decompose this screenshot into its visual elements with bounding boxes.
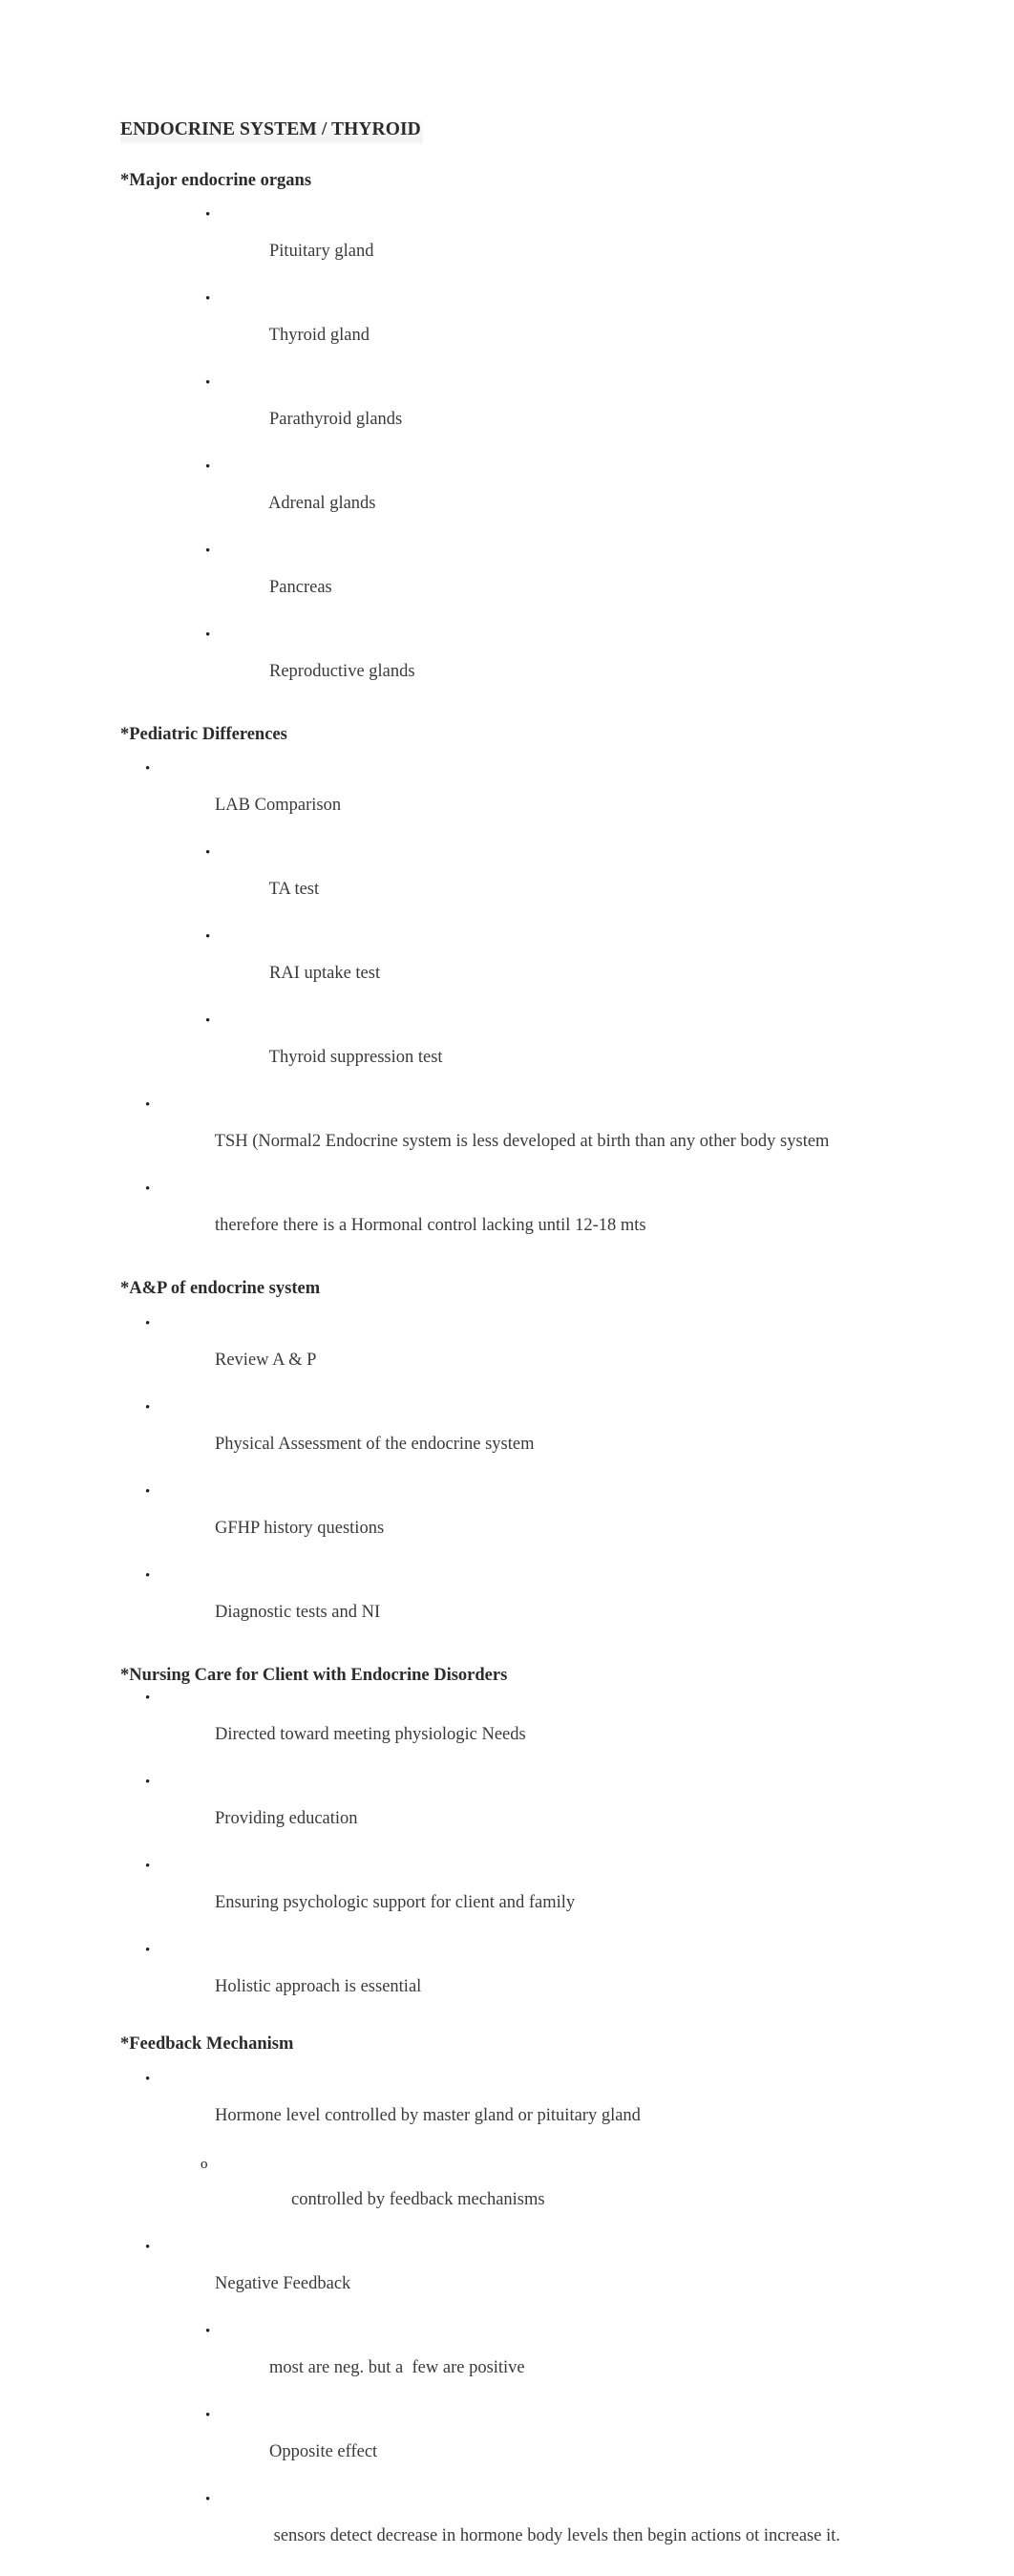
list-item-label: Thyroid gland [268,325,370,345]
list-pediatric-differences: • LAB Comparison [120,761,894,832]
bullet-icon: • [205,845,211,862]
section-heading-feedback-mechanism: *Feedback Mechanism [120,2034,294,2054]
list-item-label: Holistic approach is essential [215,1977,422,1997]
list-item-label: most are neg. but a few are positive [269,2357,525,2377]
bullet-icon: • [145,1315,151,1331]
list-item: • Diagnostic tests and NI [120,1568,894,1639]
list-item-label: controlled by feedback mechanisms [291,2189,545,2209]
bullet-icon: • [145,1859,151,1875]
list-item-label: Pituitary gland [269,241,374,261]
section-heading-nursing-care: *Nursing Care for Client with Endocrine … [120,1665,508,1685]
list-item-label: Opposite effect [269,2441,378,2461]
list-item-label: Reproductive glands [269,661,415,681]
bullet-icon: • [145,1399,151,1416]
bullet-icon: • [205,929,211,946]
bullet-icon: • [205,543,211,559]
list-item-label: Hormone level controlled by master gland… [215,2105,641,2125]
list-major-endocrine-organs: • Pituitary gland • Thyroid gland • Para… [120,207,894,698]
list-item-label: Thyroid suppression test [268,1048,443,1068]
bullet-icon: • [205,627,211,643]
list-item: • Adrenal glands [120,459,894,530]
list-lab-comparison-tests: • TA test • RAI uptake test • Thyroid su… [120,845,894,1084]
list-item: o controlled by feedback mechanisms [120,2156,894,2226]
list-item: • Negative Feedback [120,2240,894,2310]
list-item-label: TSH (Normal2 Endocrine system is less de… [214,1132,830,1152]
list-item: • Pancreas [120,543,894,614]
list-item: • most are neg. but a few are positive [120,2324,894,2395]
list-item-label: Pancreas [269,577,332,597]
bullet-icon: • [205,374,211,391]
list-feedback-sub: o controlled by feedback mechanisms [120,2156,894,2226]
list-item-label: Negative Feedback [215,2273,351,2293]
list-anatomy-physiology: • Review A & P • Physical Assessment of … [120,1316,894,1639]
bullet-icon: • [145,1691,151,1707]
list-item: • TA test [120,845,894,916]
list-item: • Hormone level controlled by master gla… [120,2072,894,2142]
bullet-icon: • [145,1775,151,1791]
list-item-label: Physical Assessment of the endocrine sys… [215,1434,535,1454]
bullet-icon: • [145,1483,151,1500]
list-item: • Reproductive glands [120,628,894,698]
list-item: • Holistic approach is essential [120,1943,894,2013]
page-title: ENDOCRINE SYSTEM / THYROID [120,117,423,145]
list-item-label: Adrenal glands [267,493,376,513]
list-nursing-care: • Directed toward meeting physiologic Ne… [120,1691,894,2013]
list-item: • RAI uptake test [120,929,894,1000]
list-item: • Opposite effect [120,2408,894,2479]
bullet-icon: • [145,1567,151,1584]
list-item: • GFHP history questions [120,1484,894,1555]
list-item: • LAB Comparison [120,761,894,832]
list-item: • TSH (Normal2 Endocrine system is less … [120,1097,894,1168]
list-item: • Providing education [120,1775,894,1845]
bullet-icon: • [205,290,211,307]
list-item: • Physical Assessment of the endocrine s… [120,1400,894,1471]
section-heading-pediatric-differences: *Pediatric Differences [120,724,287,744]
bullet-icon: • [205,1013,211,1030]
list-negative-feedback: • Negative Feedback [120,2240,894,2310]
list-item-label: Diagnostic tests and NI [215,1602,381,1622]
list-negative-feedback-details: • most are neg. but a few are positive •… [120,2324,894,2563]
bullet-icon: • [145,761,151,777]
section-heading-anatomy-physiology: *A&P of endocrine system [120,1279,321,1299]
bullet-icon: • [145,1182,151,1198]
list-item-label: Review A & P [215,1350,317,1370]
hollow-bullet-icon: o [201,2156,208,2172]
bullet-icon: • [145,1097,151,1114]
bullet-icon: • [145,2071,151,2087]
list-feedback-mechanism: • Hormone level controlled by master gla… [120,2072,894,2142]
bullet-icon: • [205,2323,211,2339]
list-item-label: sensors detect decrease in hormone body … [269,2525,840,2545]
list-item: • Thyroid gland [120,291,894,362]
list-item: • sensors detect decrease in hormone bod… [120,2492,894,2563]
list-item: • Parathyroid glands [120,375,894,446]
list-item-label: Providing education [215,1809,358,1829]
bullet-icon: • [145,2239,151,2255]
list-item-label: GFHP history questions [215,1518,385,1538]
list-item-label: TA test [268,880,320,900]
bullet-icon: • [205,458,211,475]
list-item-label: therefore there is a Hormonal control la… [215,1216,646,1236]
list-item: • Review A & P [120,1316,894,1387]
list-item-label: Parathyroid glands [269,409,403,429]
bullet-icon: • [145,1943,151,1959]
list-item-label: Directed toward meeting physiologic Need… [215,1725,526,1745]
list-item: • Ensuring psychologic support for clien… [120,1859,894,1929]
list-item-label: Ensuring psychologic support for client … [215,1893,576,1913]
list-pediatric-differences-continued: • TSH (Normal2 Endocrine system is less … [120,1097,894,1252]
section-heading-major-endocrine-organs: *Major endocrine organs [120,170,312,190]
list-item: • therefore there is a Hormonal control … [120,1182,894,1252]
bullet-icon: • [205,2491,211,2507]
list-item: • Directed toward meeting physiologic Ne… [120,1691,894,1761]
list-item: • Thyroid suppression test [120,1013,894,1084]
document-page: ENDOCRINE SYSTEM / THYROID *Major endocr… [0,0,1014,2544]
list-item-label: LAB Comparison [215,796,342,816]
list-item-label: RAI uptake test [269,964,381,984]
document-body: ENDOCRINE SYSTEM / THYROID *Major endocr… [120,117,894,2576]
bullet-icon: • [205,206,211,223]
bullet-icon: • [205,2407,211,2423]
list-item: • Pituitary gland [120,207,894,278]
